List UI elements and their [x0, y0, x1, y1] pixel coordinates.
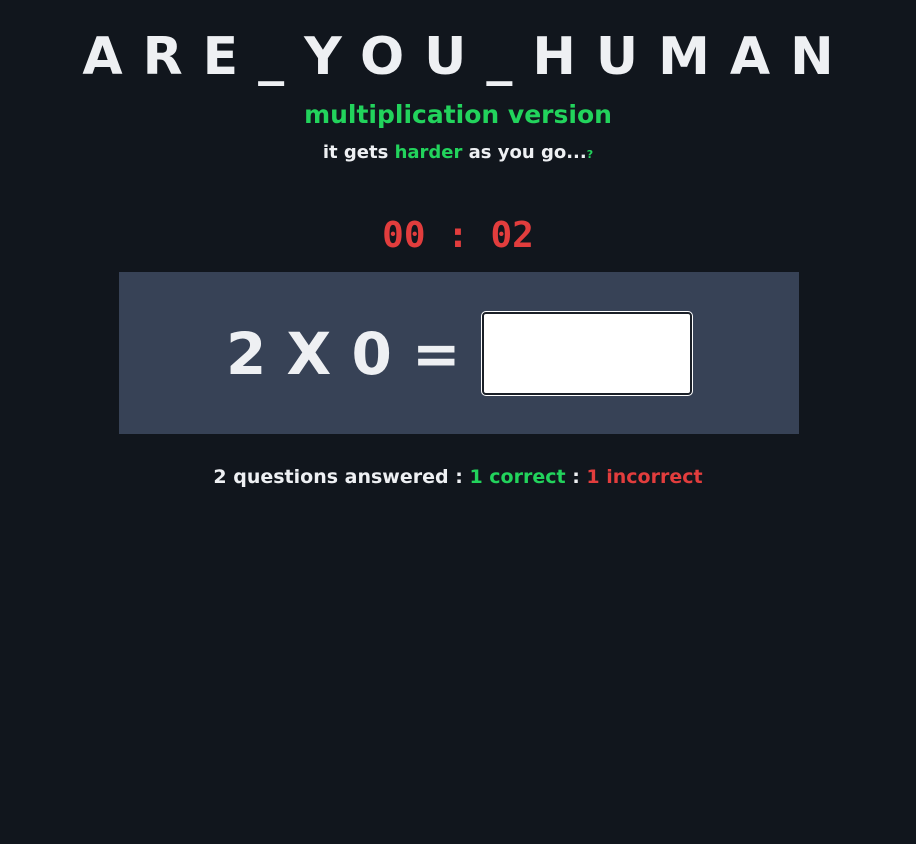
tagline-prefix: it gets	[322, 142, 395, 163]
app-title: ARE_YOU_HUMAN	[82, 27, 854, 87]
correct-count: 1 correct	[469, 466, 566, 488]
tagline: it gets harder as you go...?	[0, 141, 916, 167]
answer-input[interactable]	[481, 311, 693, 396]
stats-separator: :	[572, 466, 580, 488]
game-page: ARE_YOU_HUMAN multiplication version it …	[0, 0, 916, 844]
help-question-mark[interactable]: ?	[587, 148, 593, 161]
version-subtitle: multiplication version	[304, 100, 612, 129]
tagline-accent: harder	[394, 142, 463, 163]
tagline-suffix: as you go...	[462, 142, 587, 163]
countdown-timer: 00 : 02	[382, 215, 534, 256]
questions-answered-count: 2 questions answered :	[213, 466, 463, 488]
score-summary: 2 questions answered : 1 correct : 1 inc…	[0, 464, 916, 490]
multiplication-question: 2 X 0 =	[226, 320, 461, 388]
incorrect-count: 1 incorrect	[586, 466, 703, 488]
